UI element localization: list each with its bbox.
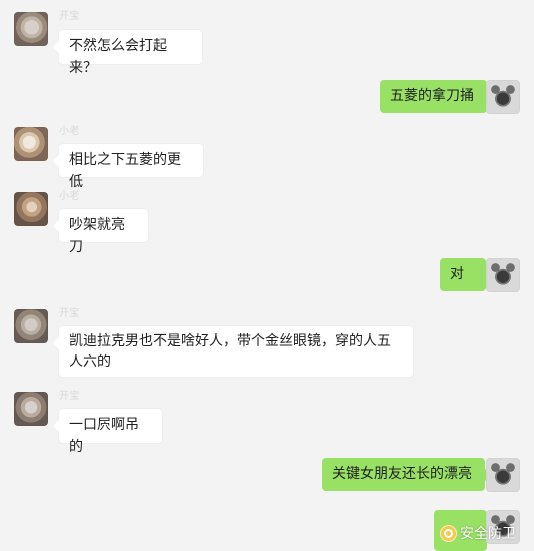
message-bubble[interactable]: 相比之下五菱的更低 [53, 144, 203, 190]
sender-name: 小老 [59, 191, 80, 202]
user-avatar[interactable] [486, 80, 520, 114]
shield-logo-icon [440, 525, 457, 542]
user-avatar[interactable] [486, 458, 520, 492]
chat-message-left-3: 小老 吵架就亮刀 [14, 191, 194, 255]
chat-message-left-2: 小老 相比之下五菱的更低 [14, 126, 234, 190]
chat-message-right-2: 对 [440, 258, 520, 294]
message-bubble[interactable]: 吵架就亮刀 [53, 209, 148, 255]
sender-name: 开宝 [59, 308, 80, 319]
watermark: 安全防卫 [440, 525, 516, 542]
sender-name: 开宝 [59, 11, 80, 22]
sender-avatar[interactable] [14, 392, 48, 426]
chat-conversation[interactable]: 开宝 不然怎么会打起来？ 五菱的拿刀捅 小老 相比之下五菱的更低 小老 吵架就亮… [0, 0, 534, 551]
sender-name: 开宝 [59, 391, 80, 402]
watermark-text: 安全防卫 [460, 525, 516, 542]
chat-message-left-1: 开宝 不然怎么会打起来？ [14, 11, 234, 76]
chat-message-right-3: 关键女朋友还长的漂亮 [322, 458, 520, 494]
message-bubble[interactable]: 一口屄啊吊的 [53, 409, 162, 455]
sender-avatar[interactable] [14, 192, 48, 226]
chat-message-right-1: 五菱的拿刀捅 [380, 80, 520, 116]
message-bubble[interactable]: 五菱的拿刀捅 [380, 80, 493, 113]
message-bubble[interactable]: 对 [440, 258, 492, 291]
chat-message-left-4: 开宝 凯迪拉克男也不是啥好人，带个金丝眼镜，穿的人五人六的 [14, 309, 424, 377]
user-avatar[interactable] [486, 258, 520, 292]
sender-avatar[interactable] [14, 12, 48, 46]
message-bubble[interactable]: 凯迪拉克男也不是啥好人，带个金丝眼镜，穿的人五人六的 [53, 326, 413, 377]
sender-avatar[interactable] [14, 127, 48, 161]
sender-name: 小老 [59, 126, 80, 137]
chat-message-left-5: 开宝 一口屄啊吊的 [14, 391, 214, 455]
message-bubble[interactable]: 不然怎么会打起来？ [53, 30, 202, 76]
message-bubble[interactable]: 关键女朋友还长的漂亮 [322, 458, 491, 491]
sender-avatar[interactable] [14, 309, 48, 343]
